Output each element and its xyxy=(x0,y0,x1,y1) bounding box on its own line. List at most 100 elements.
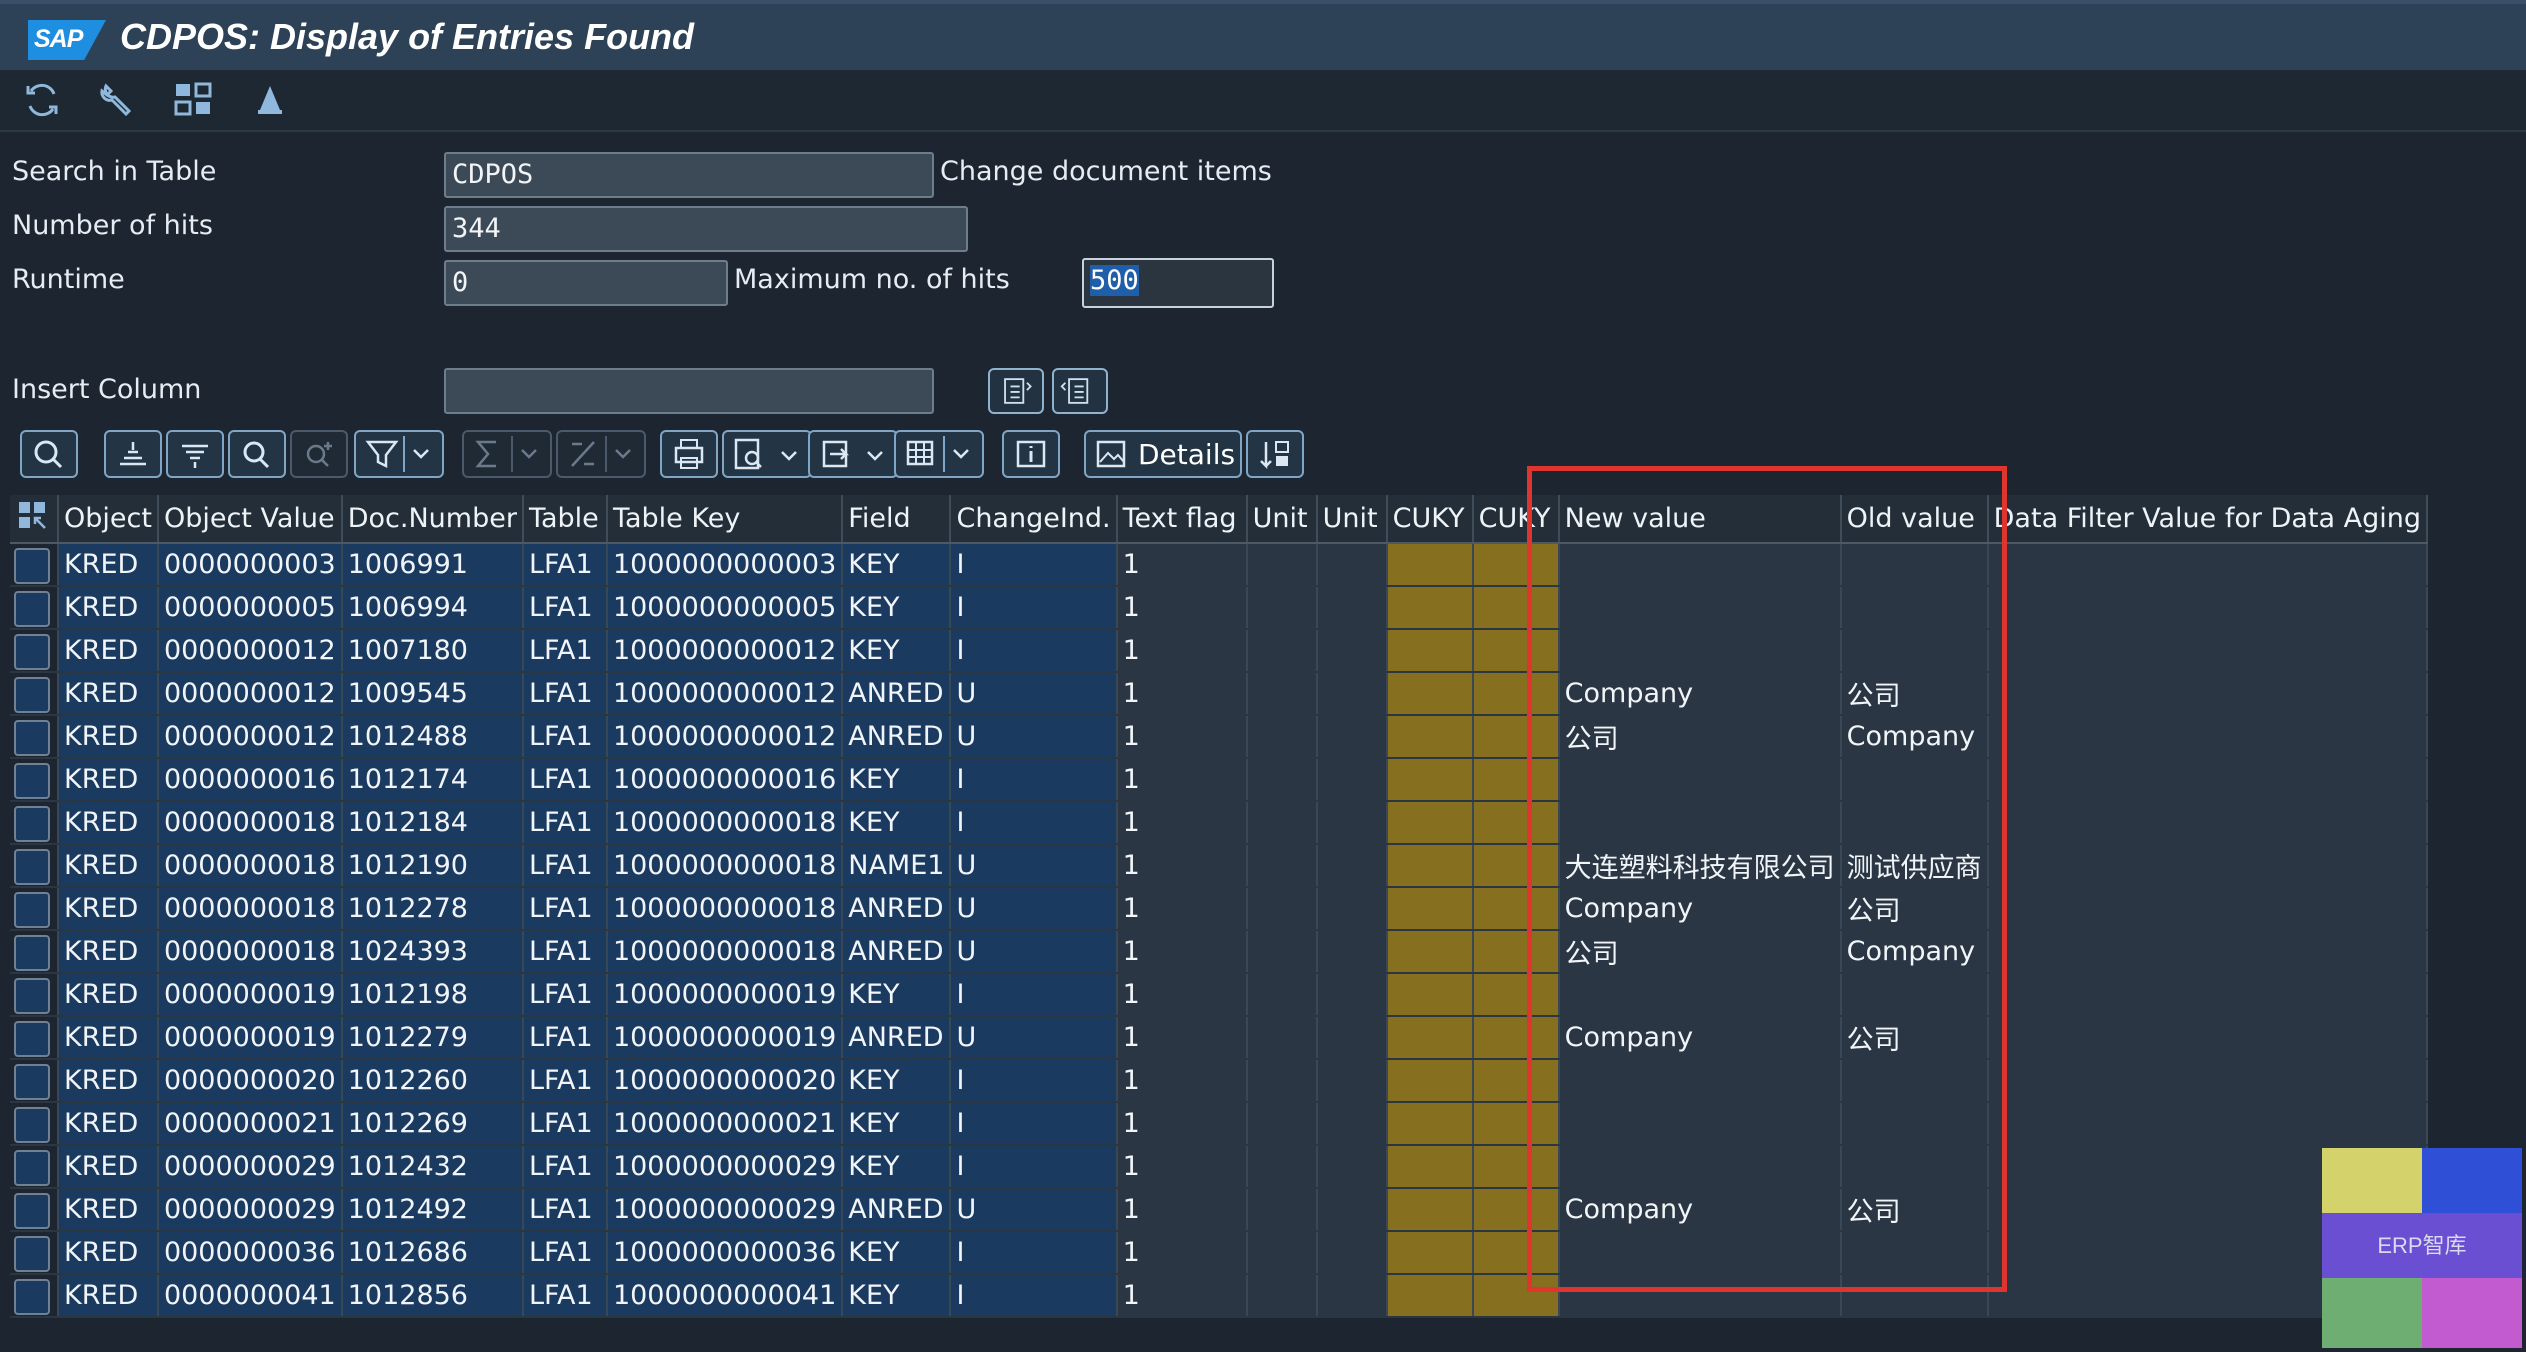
table-cell[interactable]: LFA1 xyxy=(522,887,608,931)
column-header[interactable]: ChangeInd. xyxy=(950,495,1118,544)
table-cell[interactable]: 0000000029 xyxy=(157,1145,343,1189)
table-cell[interactable]: LFA1 xyxy=(522,629,608,673)
table-cell[interactable]: U xyxy=(950,715,1118,759)
table-cell[interactable] xyxy=(1987,973,2429,1017)
row-selector[interactable] xyxy=(10,543,59,587)
select-all-header[interactable] xyxy=(10,495,59,544)
table-cell[interactable] xyxy=(1987,1059,2429,1103)
table-row[interactable]: KRED 0000000012 1009545 LFA1 1000000000012 AN… xyxy=(10,672,2429,716)
table-cell[interactable] xyxy=(1316,715,1388,759)
table-cell[interactable] xyxy=(1246,586,1318,630)
table-cell[interactable]: 1 xyxy=(1116,1145,1248,1189)
table-cell[interactable] xyxy=(1386,1145,1474,1189)
table-cell[interactable]: 1012198 xyxy=(341,973,524,1017)
table-cell[interactable]: 1012279 xyxy=(341,1016,524,1060)
table-cell[interactable]: 1000000000012 xyxy=(606,629,844,673)
table-cell[interactable]: 0000000036 xyxy=(157,1231,343,1275)
table-cell[interactable]: 0000000018 xyxy=(157,887,343,931)
table-cell[interactable]: NAME1 xyxy=(842,844,952,888)
table-cell[interactable]: KEY xyxy=(842,1274,952,1318)
table-cell[interactable]: ANRED xyxy=(842,887,952,931)
table-cell[interactable] xyxy=(1386,758,1474,802)
table-cell[interactable] xyxy=(1316,758,1388,802)
find-next-button[interactable] xyxy=(290,430,348,478)
table-cell[interactable]: 1000000000005 xyxy=(606,586,844,630)
table-cell[interactable]: 1 xyxy=(1116,1188,1248,1232)
row-select-checkbox[interactable] xyxy=(14,590,50,627)
table-cell[interactable]: 1012278 xyxy=(341,887,524,931)
subtotal-button[interactable] xyxy=(556,430,646,478)
table-cell[interactable]: LFA1 xyxy=(522,672,608,716)
table-cell[interactable] xyxy=(1386,672,1474,716)
find-button[interactable] xyxy=(228,430,286,478)
table-cell[interactable] xyxy=(1987,887,2429,931)
row-selector[interactable] xyxy=(10,973,59,1017)
table-cell[interactable]: 1009545 xyxy=(341,672,524,716)
table-cell[interactable]: I xyxy=(950,1145,1118,1189)
table-cell[interactable]: 1000000000029 xyxy=(606,1145,844,1189)
table-cell[interactable] xyxy=(1246,1016,1318,1060)
table-cell[interactable] xyxy=(1316,1102,1388,1146)
table-cell[interactable]: I xyxy=(950,1274,1118,1318)
table-cell[interactable]: 1000000000041 xyxy=(606,1274,844,1318)
table-cell[interactable]: LFA1 xyxy=(522,758,608,802)
table-cell[interactable] xyxy=(1316,801,1388,845)
table-cell[interactable]: 0000000005 xyxy=(157,586,343,630)
table-cell[interactable]: 1000000000018 xyxy=(606,930,844,974)
row-select-checkbox[interactable] xyxy=(14,934,50,971)
table-cell[interactable]: U xyxy=(950,887,1118,931)
table-cell[interactable] xyxy=(1987,1102,2429,1146)
table-cell[interactable]: KRED xyxy=(58,1145,159,1189)
table-cell[interactable]: 1 xyxy=(1116,887,1248,931)
table-cell[interactable]: I xyxy=(950,1102,1118,1146)
table-cell[interactable]: U xyxy=(950,930,1118,974)
table-cell[interactable]: 1000000000020 xyxy=(606,1059,844,1103)
table-cell[interactable]: 0000000012 xyxy=(157,715,343,759)
row-selector[interactable] xyxy=(10,672,59,716)
table-cell[interactable]: KRED xyxy=(58,672,159,716)
table-cell[interactable] xyxy=(1316,1231,1388,1275)
table-cell[interactable] xyxy=(1316,1016,1388,1060)
row-selector[interactable] xyxy=(10,1231,59,1275)
row-selector[interactable] xyxy=(10,1188,59,1232)
column-header[interactable]: Object xyxy=(58,495,159,544)
table-cell[interactable]: 1000000000029 xyxy=(606,1188,844,1232)
table-cell[interactable]: 1 xyxy=(1116,715,1248,759)
table-cell[interactable]: 1012269 xyxy=(341,1102,524,1146)
zoom-details-button[interactable] xyxy=(20,430,78,478)
table-cell[interactable]: 1 xyxy=(1116,1274,1248,1318)
table-cell[interactable]: 1012260 xyxy=(341,1059,524,1103)
row-select-checkbox[interactable] xyxy=(14,848,50,885)
column-header[interactable]: Unit xyxy=(1246,495,1318,544)
table-cell[interactable]: LFA1 xyxy=(522,801,608,845)
table-cell[interactable] xyxy=(1987,715,2429,759)
table-cell[interactable] xyxy=(1386,1102,1474,1146)
table-cell[interactable]: 1 xyxy=(1116,973,1248,1017)
table-cell[interactable]: 1 xyxy=(1116,1016,1248,1060)
table-cell[interactable]: KEY xyxy=(842,973,952,1017)
table-cell[interactable]: 1 xyxy=(1116,629,1248,673)
table-cell[interactable]: I xyxy=(950,801,1118,845)
table-cell[interactable]: 1012174 xyxy=(341,758,524,802)
print-button[interactable] xyxy=(660,430,718,478)
table-cell[interactable]: U xyxy=(950,1016,1118,1060)
table-cell[interactable]: 0000000019 xyxy=(157,973,343,1017)
table-cell[interactable] xyxy=(1987,629,2429,673)
table-cell[interactable]: KRED xyxy=(58,1059,159,1103)
table-cell[interactable]: 1000000000018 xyxy=(606,844,844,888)
table-row[interactable]: KRED 0000000019 1012198 LFA1 1000000000019 KE… xyxy=(10,973,2429,1017)
table-cell[interactable]: ANRED xyxy=(842,715,952,759)
table-cell[interactable]: KRED xyxy=(58,844,159,888)
table-row[interactable]: KRED 0000000005 1006994 LFA1 1000000000005 KE… xyxy=(10,586,2429,630)
details-button[interactable]: Details xyxy=(1084,430,1242,478)
layout-button[interactable] xyxy=(894,430,984,478)
table-row[interactable]: KRED 0000000018 1012190 LFA1 1000000000018 NA… xyxy=(10,844,2429,888)
table-cell[interactable]: I xyxy=(950,629,1118,673)
table-cell[interactable] xyxy=(1246,672,1318,716)
column-header[interactable]: Field xyxy=(842,495,952,544)
row-selector[interactable] xyxy=(10,844,59,888)
table-cell[interactable] xyxy=(1246,715,1318,759)
table-cell[interactable] xyxy=(1386,844,1474,888)
row-select-checkbox[interactable] xyxy=(14,1278,50,1315)
table-cell[interactable] xyxy=(1246,801,1318,845)
